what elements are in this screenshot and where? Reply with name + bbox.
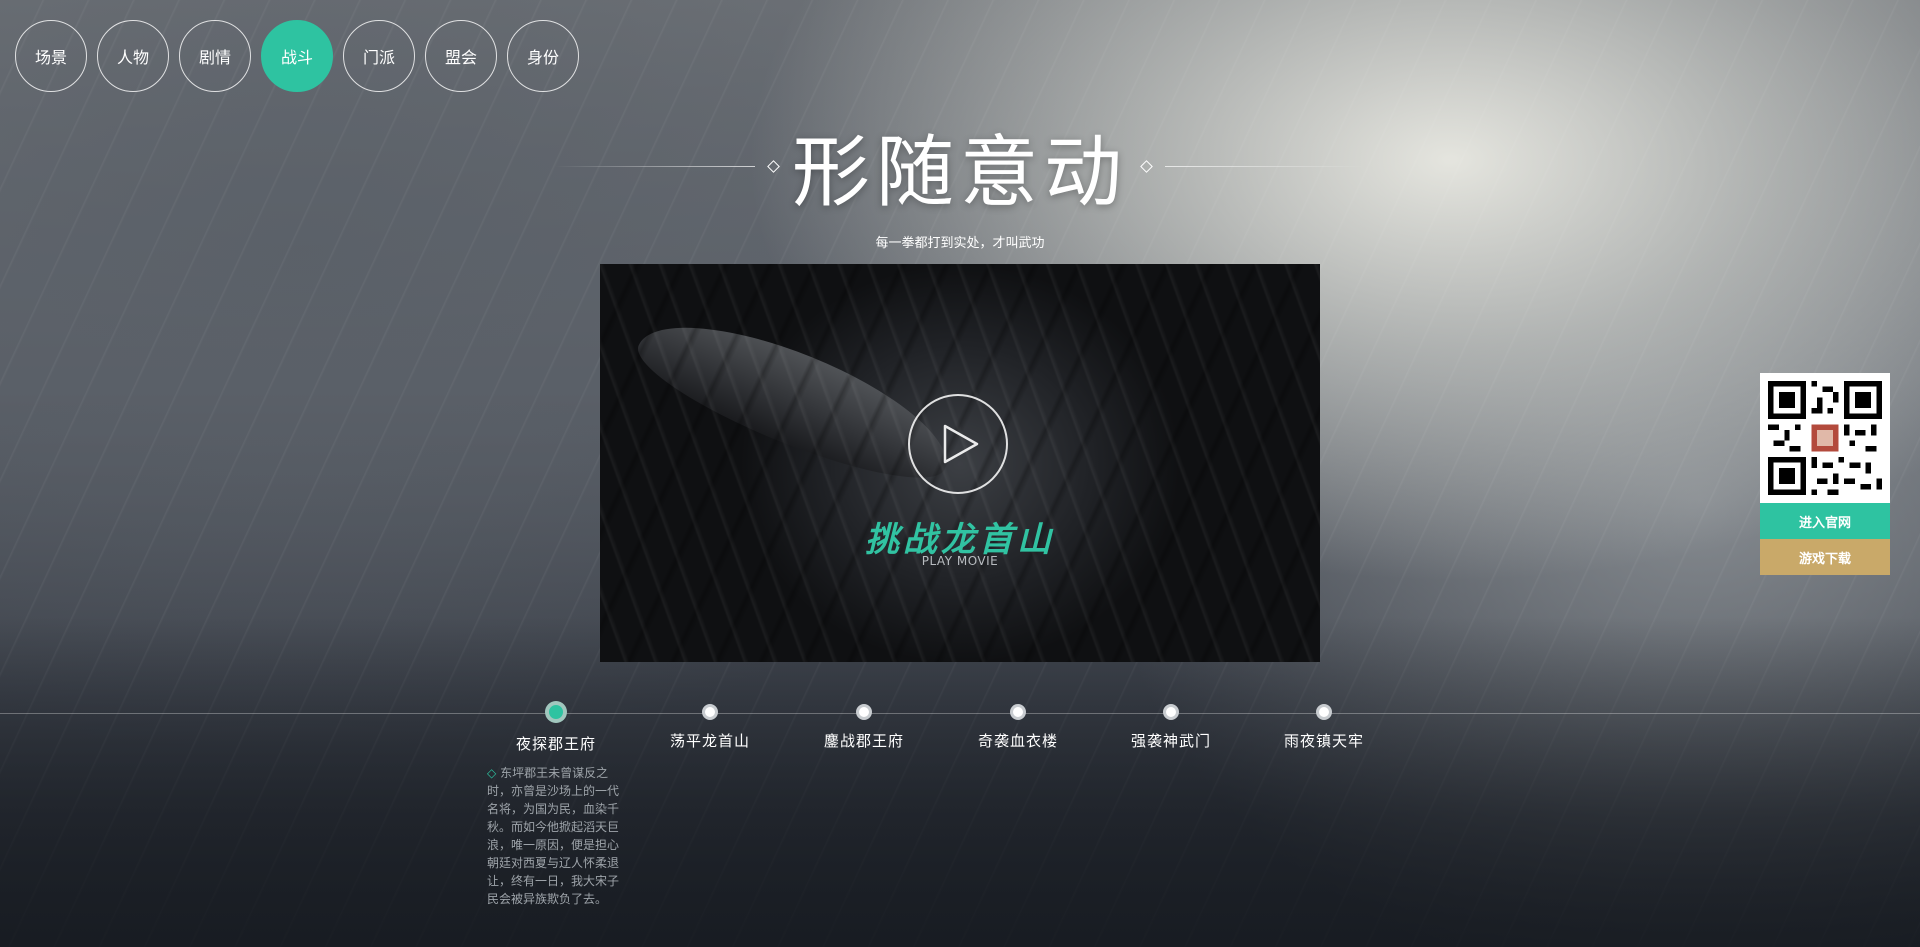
qr-code-graphic	[1768, 381, 1882, 495]
play-icon	[943, 424, 979, 464]
timeline-node-4[interactable]: 奇袭血衣楼	[938, 702, 1098, 751]
side-download-panel: 进入官网 游戏下载	[1760, 373, 1890, 575]
qr-code-icon	[1760, 373, 1890, 503]
nav-item-alliance[interactable]: 盟会	[425, 20, 497, 92]
timeline-node-6[interactable]: 雨夜镇天牢	[1244, 702, 1404, 751]
title-divider-right	[1165, 165, 1365, 167]
video-play-movie-label: PLAY MOVIE	[921, 554, 999, 568]
bottom-shade	[0, 617, 1920, 947]
timeline-label: 鏖战郡王府	[823, 732, 904, 750]
timeline-node-5[interactable]: 强袭神武门	[1091, 702, 1251, 751]
timeline-dot	[1316, 704, 1332, 720]
timeline-dot	[702, 704, 718, 720]
category-nav: 场景 人物 剧情 战斗 门派 盟会 身份	[15, 20, 579, 92]
nav-item-story[interactable]: 剧情	[179, 20, 251, 92]
nav-item-characters[interactable]: 人物	[97, 20, 169, 92]
timeline-label: 荡平龙首山	[669, 732, 750, 750]
official-site-button[interactable]: 进入官网	[1760, 503, 1890, 539]
nav-item-scene[interactable]: 场景	[15, 20, 87, 92]
section-heading: 形随意动 每一拳都打到实处，才叫武功	[0, 110, 1920, 251]
timeline-dot	[545, 701, 567, 723]
nav-item-combat[interactable]: 战斗	[261, 20, 333, 92]
diamond-ornament-right	[1140, 159, 1153, 173]
timeline-label: 奇袭血衣楼	[977, 732, 1058, 750]
timeline-label: 雨夜镇天牢	[1283, 732, 1364, 750]
timeline-dot	[1163, 704, 1179, 720]
timeline-description-text: 东坪郡王未曾谋反之时，亦曾是沙场上的一代名将，为国为民，血染千秋。而如今他掀起滔…	[487, 766, 620, 906]
timeline-node-3[interactable]: 鏖战郡王府	[784, 702, 944, 751]
diamond-bullet-icon: ◇	[487, 766, 497, 780]
timeline-label: 夜探郡王府	[515, 735, 596, 753]
timeline-description: ◇ 东坪郡王未曾谋反之时，亦曾是沙场上的一代名将，为国为民，血染千秋。而如今他掀…	[487, 764, 622, 908]
nav-item-identity[interactable]: 身份	[507, 20, 579, 92]
timeline-node-1[interactable]: 夜探郡王府	[476, 701, 636, 754]
page-title: 形随意动	[791, 128, 1128, 218]
video-player[interactable]: 挑战龙首山 PLAY MOVIE	[600, 264, 1320, 662]
play-button[interactable]	[908, 394, 1008, 494]
page-subtitle: 每一拳都打到实处，才叫武功	[875, 236, 1045, 251]
timeline-dot	[856, 704, 872, 720]
timeline-dot	[1010, 704, 1026, 720]
timeline-label: 强袭神武门	[1130, 732, 1211, 750]
diamond-ornament-left	[767, 159, 780, 173]
title-divider-left	[554, 165, 755, 167]
game-download-button[interactable]: 游戏下载	[1760, 539, 1890, 575]
nav-item-sects[interactable]: 门派	[343, 20, 415, 92]
timeline-node-2[interactable]: 荡平龙首山	[630, 702, 790, 751]
